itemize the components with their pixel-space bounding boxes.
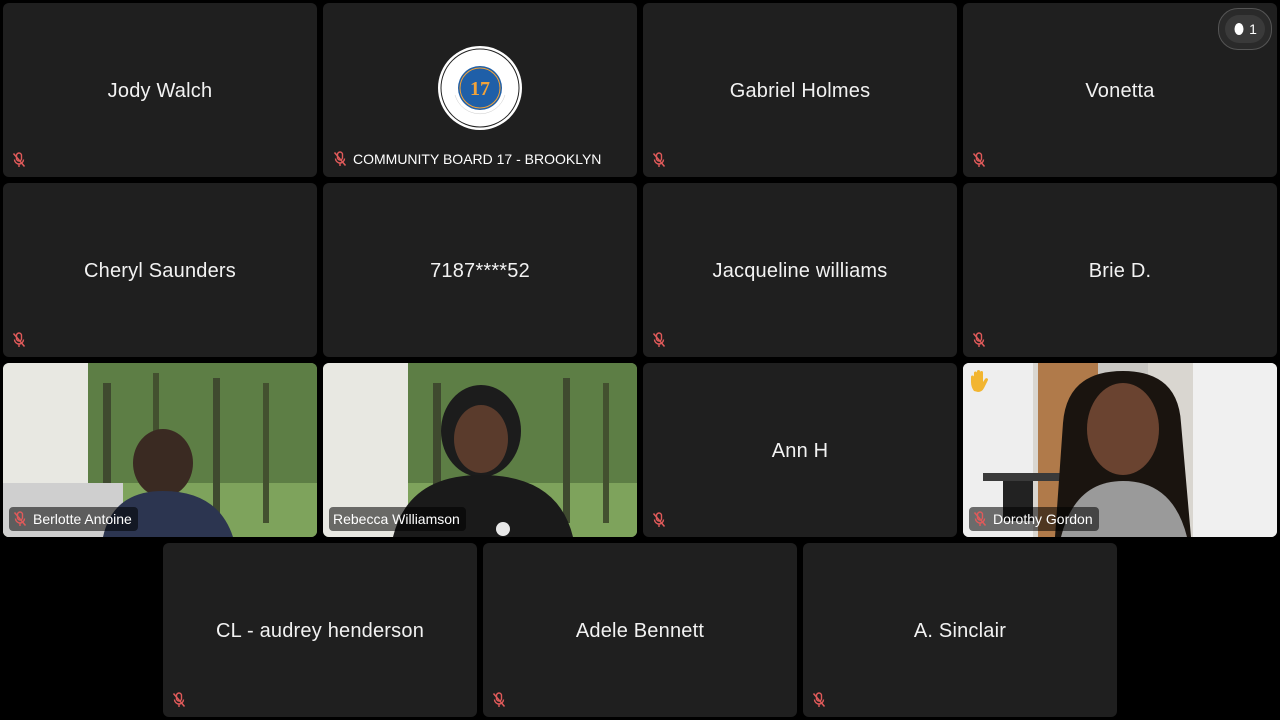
participant-name: 7187****52 <box>430 259 530 282</box>
participant-name: Brie D. <box>1088 259 1152 282</box>
muted-mic-icon <box>172 692 186 708</box>
participant-tile-gabriel-holmes[interactable]: Gabriel Holmes <box>643 3 957 177</box>
muted-mic-icon <box>12 332 26 348</box>
participant-nameplate: Dorothy Gordon <box>969 507 1099 531</box>
muted-mic-icon <box>652 332 666 348</box>
participant-nameplate: COMMUNITY BOARD 17 - BROOKLYN <box>329 147 607 171</box>
participant-count: 1 <box>1249 21 1257 37</box>
muted-mic-icon <box>12 152 26 168</box>
participant-name: Rebecca Williamson <box>333 511 460 527</box>
participant-tile-adele-bennett[interactable]: Adele Bennett <box>483 543 797 717</box>
participant-nameplate: Rebecca Williamson <box>329 507 466 531</box>
participant-name: Dorothy Gordon <box>993 511 1093 527</box>
participant-name: Adele Bennett <box>575 619 705 642</box>
raised-hand-icon <box>971 370 988 392</box>
participant-name: A. Sinclair <box>913 619 1007 642</box>
participant-name: Jacqueline williams <box>712 259 888 282</box>
participant-tile-jody-walch[interactable]: Jody Walch <box>3 3 317 177</box>
participant-nameplate: Berlotte Antoine <box>9 507 138 531</box>
participant-tile-berlotte-antoine[interactable]: Berlotte Antoine <box>3 363 317 537</box>
participant-tile-audrey-henderson[interactable]: CL - audrey henderson <box>163 543 477 717</box>
muted-mic-icon <box>972 152 986 168</box>
participant-tile-phone-caller[interactable]: 7187****52 <box>323 183 637 357</box>
participant-tile-ann-h[interactable]: Ann H <box>643 363 957 537</box>
participant-tile-brie-d[interactable]: Brie D. <box>963 183 1277 357</box>
participant-name: Ann H <box>771 439 829 462</box>
participant-count-badge[interactable]: 1 <box>1218 8 1272 50</box>
participant-name: COMMUNITY BOARD 17 - BROOKLYN <box>353 151 602 167</box>
muted-mic-icon <box>652 152 666 168</box>
participant-name: CL - audrey henderson <box>215 619 425 642</box>
participant-name: Berlotte Antoine <box>33 511 132 527</box>
muted-mic-icon <box>972 332 986 348</box>
muted-mic-icon <box>492 692 506 708</box>
svg-text:17: 17 <box>470 78 490 100</box>
participant-tile-a-sinclair[interactable]: A. Sinclair <box>803 543 1117 717</box>
participant-name: Cheryl Saunders <box>84 259 236 282</box>
hand-icon <box>1234 23 1244 35</box>
participant-tile-rebecca-williamson[interactable]: Rebecca Williamson <box>323 363 637 537</box>
participant-name: Jody Walch <box>107 79 213 102</box>
muted-mic-icon <box>333 151 347 167</box>
participant-tile-cheryl-saunders[interactable]: Cheryl Saunders <box>3 183 317 357</box>
participant-name: Gabriel Holmes <box>729 79 871 102</box>
participant-tile-jacqueline-williams[interactable]: Jacqueline williams <box>643 183 957 357</box>
participant-tile-dorothy-gordon[interactable]: Dorothy Gordon <box>963 363 1277 537</box>
muted-mic-icon <box>812 692 826 708</box>
participant-tile-community-board-17[interactable]: 17 COMMUNITY BOARD 17 - BROOKLYN <box>323 3 637 177</box>
muted-mic-icon <box>973 511 987 527</box>
community-board-logo: 17 <box>438 46 522 130</box>
muted-mic-icon <box>13 511 27 527</box>
muted-mic-icon <box>652 512 666 528</box>
